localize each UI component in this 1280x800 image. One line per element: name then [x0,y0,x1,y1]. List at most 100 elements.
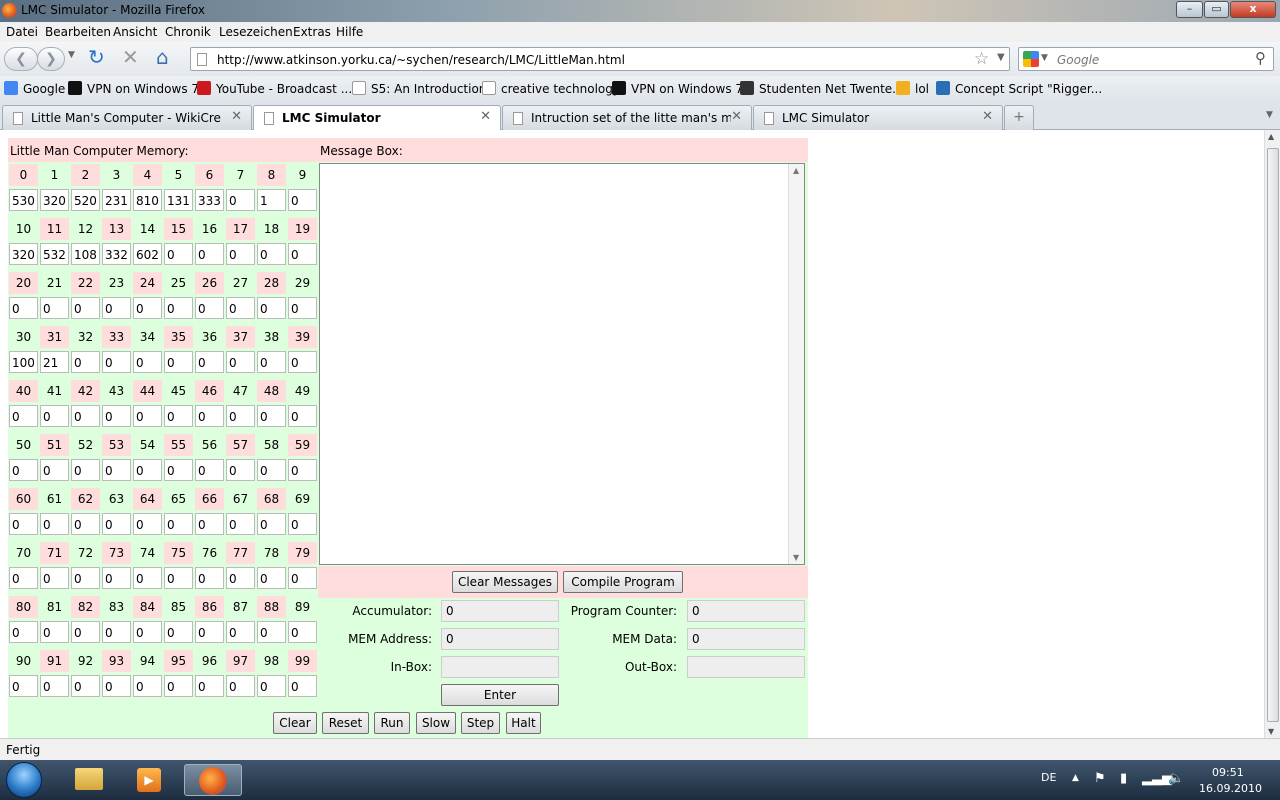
memory-cell-1[interactable]: 320 [40,189,69,211]
slow-button[interactable]: Slow [416,712,456,734]
memory-cell-70[interactable]: 0 [9,567,38,589]
memory-cell-73[interactable]: 0 [102,567,131,589]
memory-cell-61[interactable]: 0 [40,513,69,535]
message-box-scrollbar[interactable]: ▲ ▼ [788,164,804,564]
memory-cell-13[interactable]: 332 [102,243,131,265]
memory-cell-35[interactable]: 0 [164,351,193,373]
memory-cell-64[interactable]: 0 [133,513,162,535]
memory-cell-40[interactable]: 0 [9,405,38,427]
memory-cell-26[interactable]: 0 [195,297,224,319]
clock-time[interactable]: 09:51 [1212,766,1244,779]
memory-cell-57[interactable]: 0 [226,459,255,481]
tab-list-dropdown-icon[interactable]: ▼ [1266,110,1273,120]
scroll-down-icon[interactable]: ▼ [793,553,799,562]
search-engine-dropdown-icon[interactable]: ▼ [1041,53,1048,63]
volume-icon[interactable]: 🔈 [1168,771,1184,786]
memory-cell-19[interactable]: 0 [288,243,317,265]
memory-cell-36[interactable]: 0 [195,351,224,373]
memory-cell-76[interactable]: 0 [195,567,224,589]
url-input[interactable] [217,51,957,68]
close-tab-icon[interactable]: ✕ [231,109,242,124]
message-box[interactable]: ▲ ▼ [319,163,805,565]
memory-cell-42[interactable]: 0 [71,405,100,427]
memory-cell-7[interactable]: 0 [226,189,255,211]
memory-cell-58[interactable]: 0 [257,459,286,481]
memory-cell-4[interactable]: 810 [133,189,162,211]
menu-extras[interactable]: Extras [293,25,331,39]
close-tab-icon[interactable]: ✕ [982,109,993,124]
bookmark-creative-technology[interactable]: creative technology [482,81,620,96]
memory-cell-80[interactable]: 0 [9,621,38,643]
memory-cell-59[interactable]: 0 [288,459,317,481]
memory-cell-6[interactable]: 333 [195,189,224,211]
memory-cell-74[interactable]: 0 [133,567,162,589]
memory-cell-55[interactable]: 0 [164,459,193,481]
memory-cell-68[interactable]: 0 [257,513,286,535]
bookmark-vpn-2[interactable]: VPN on Windows 7 [612,81,743,96]
firefox-taskbar-icon[interactable] [184,764,242,796]
memory-cell-50[interactable]: 0 [9,459,38,481]
memory-cell-45[interactable]: 0 [164,405,193,427]
explorer-taskbar-icon[interactable] [64,764,114,796]
memory-cell-33[interactable]: 0 [102,351,131,373]
memory-cell-62[interactable]: 0 [71,513,100,535]
memory-cell-78[interactable]: 0 [257,567,286,589]
memory-cell-56[interactable]: 0 [195,459,224,481]
menu-datei[interactable]: Datei [6,25,38,39]
memory-cell-87[interactable]: 0 [226,621,255,643]
media-player-taskbar-icon[interactable]: ▶ [124,764,174,796]
memory-cell-34[interactable]: 0 [133,351,162,373]
page-scrollbar[interactable]: ▲ ▼ [1264,130,1280,738]
memory-cell-66[interactable]: 0 [195,513,224,535]
memory-cell-88[interactable]: 0 [257,621,286,643]
close-tab-icon[interactable]: ✕ [480,109,491,124]
url-dropdown-icon[interactable]: ▼ [997,52,1005,63]
memory-cell-21[interactable]: 0 [40,297,69,319]
bookmark-concept-script[interactable]: Concept Script "Rigger... [936,81,1102,96]
bookmark-vpn-1[interactable]: VPN on Windows 7 [68,81,199,96]
memory-cell-16[interactable]: 0 [195,243,224,265]
memory-cell-31[interactable]: 21 [40,351,69,373]
memory-cell-93[interactable]: 0 [102,675,131,697]
memory-cell-72[interactable]: 0 [71,567,100,589]
memory-cell-86[interactable]: 0 [195,621,224,643]
memory-cell-41[interactable]: 0 [40,405,69,427]
memory-cell-46[interactable]: 0 [195,405,224,427]
memory-cell-84[interactable]: 0 [133,621,162,643]
memory-cell-51[interactable]: 0 [40,459,69,481]
memory-cell-94[interactable]: 0 [133,675,162,697]
memory-cell-2[interactable]: 520 [71,189,100,211]
bookmark-star-icon[interactable]: ☆ [974,49,989,69]
memory-cell-98[interactable]: 0 [257,675,286,697]
close-window-button[interactable]: x [1230,1,1276,18]
memory-cell-14[interactable]: 602 [133,243,162,265]
bookmark-studenten-net[interactable]: Studenten Net Twente... [740,81,904,96]
memory-cell-3[interactable]: 231 [102,189,131,211]
bookmark-s5[interactable]: S5: An Introduction [352,81,486,96]
memory-cell-71[interactable]: 0 [40,567,69,589]
memory-cell-17[interactable]: 0 [226,243,255,265]
memory-cell-79[interactable]: 0 [288,567,317,589]
memory-cell-37[interactable]: 0 [226,351,255,373]
memory-cell-75[interactable]: 0 [164,567,193,589]
bookmark-youtube[interactable]: YouTube - Broadcast ... [197,81,352,96]
tray-expand-icon[interactable]: ▲ [1072,773,1079,783]
memory-cell-89[interactable]: 0 [288,621,317,643]
memory-cell-92[interactable]: 0 [71,675,100,697]
memory-cell-10[interactable]: 320 [9,243,38,265]
memory-cell-22[interactable]: 0 [71,297,100,319]
memory-cell-82[interactable]: 0 [71,621,100,643]
scroll-down-icon[interactable]: ▼ [1268,727,1274,736]
memory-cell-77[interactable]: 0 [226,567,255,589]
scroll-thumb[interactable] [1267,148,1279,722]
memory-cell-44[interactable]: 0 [133,405,162,427]
action-center-flag-icon[interactable]: ⚑ [1094,771,1106,786]
inbox-field[interactable] [441,656,559,678]
maximize-button[interactable]: ▭ [1204,1,1229,18]
step-button[interactable]: Step [461,712,500,734]
memory-cell-90[interactable]: 0 [9,675,38,697]
search-input[interactable] [1057,51,1247,68]
memory-cell-20[interactable]: 0 [9,297,38,319]
search-bar[interactable]: ▼ ⚲ [1018,47,1274,71]
menu-ansicht[interactable]: Ansicht [113,25,157,39]
